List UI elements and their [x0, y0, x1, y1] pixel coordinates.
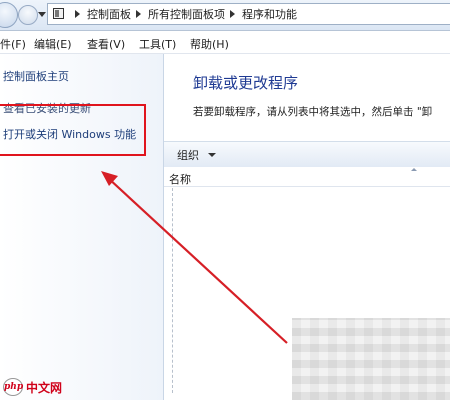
php-logo-icon: php	[3, 378, 23, 396]
arrow-line	[106, 176, 288, 344]
annotation-arrow	[101, 171, 288, 344]
watermark-text: 中文网	[26, 381, 63, 395]
watermark: php 中文网	[3, 377, 83, 397]
